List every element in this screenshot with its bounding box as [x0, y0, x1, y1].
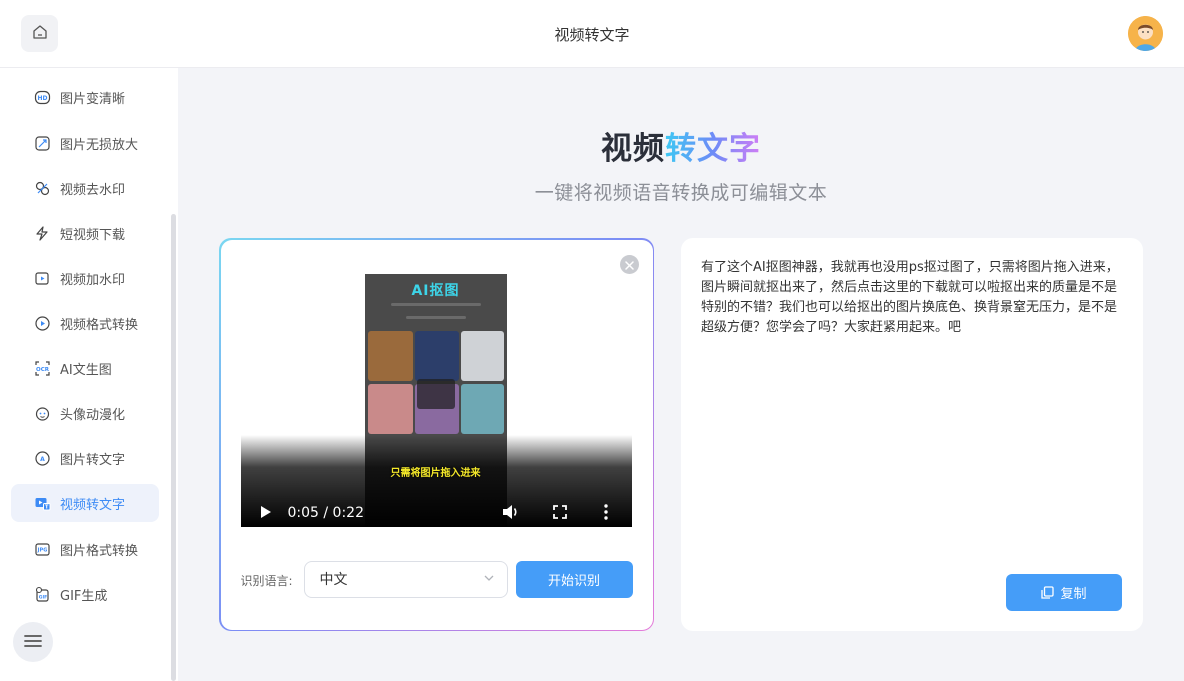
page-header-title: 视频转文字: [554, 26, 630, 44]
language-label: 识别语言:: [240, 573, 293, 588]
video-time: 0:05 / 0:22: [287, 504, 365, 521]
sidebar: HD 图片变清晰 图片无损放大 视频去水印 短视频下载 视频加水印 视频格式转换…: [0, 68, 178, 681]
result-card: 有了这个AI抠图神器，我就再也没用ps抠过图了，只需将图片拖入进来，图片瞬间就抠…: [681, 238, 1143, 631]
sidebar-item-video-to-text[interactable]: T 视频转文字: [11, 484, 159, 522]
frame-photo: [460, 383, 504, 434]
hd-icon: HD: [34, 89, 51, 106]
svg-text:HD: HD: [37, 95, 47, 102]
sidebar-item-label: 图片无损放大: [60, 137, 139, 153]
svg-text:JPG: JPG: [37, 547, 48, 553]
sidebar-item-image-upscale[interactable]: 图片无损放大: [11, 124, 159, 162]
user-avatar[interactable]: [1128, 16, 1163, 51]
frame-photo: [367, 330, 413, 381]
frame-photo: [414, 330, 459, 381]
chevron-down-icon: [483, 572, 495, 588]
sidebar-item-label: AI文生图: [60, 362, 112, 378]
more-vertical-icon: [603, 503, 608, 524]
video-frame-title: AI抠图: [411, 282, 460, 299]
sidebar-item-label: 视频加水印: [60, 272, 126, 288]
video-subtitle: 只需将图片拖入进来: [390, 467, 481, 479]
frame-loading-indicator: [416, 378, 455, 409]
sidebar-item-label: 图片转文字: [60, 452, 126, 468]
volume-button[interactable]: [501, 504, 521, 524]
svg-text:GIF: GIF: [39, 594, 47, 600]
menu-icon: [24, 633, 42, 652]
sidebar-item-label: 图片格式转换: [60, 543, 139, 559]
close-icon: [624, 255, 634, 274]
sidebar-item-label: 视频格式转换: [60, 317, 139, 333]
sidebar-item-video-watermark-add[interactable]: 视频加水印: [11, 259, 159, 297]
image-format-icon: JPG: [34, 541, 51, 558]
watermark-add-icon: [34, 270, 51, 287]
top-header: 视频转文字: [0, 0, 1184, 68]
fullscreen-button[interactable]: [551, 505, 569, 523]
page-title-part2: 转文字: [665, 131, 761, 167]
video-to-text-icon: T: [34, 495, 51, 512]
ai-image-icon: OCR: [34, 360, 51, 377]
enlarge-icon: [34, 135, 51, 152]
video-upload-card: AI抠图 只需将图片拖入进来 0:05 / 0:22 识别语言: 中文 开始识别: [219, 238, 654, 631]
copy-button[interactable]: 复制: [1006, 574, 1122, 611]
fullscreen-icon: [552, 504, 567, 523]
frame-photo: [367, 383, 413, 434]
frame-text-line: [405, 315, 466, 319]
svg-text:OCR: OCR: [36, 367, 50, 373]
start-recognition-button[interactable]: 开始识别: [515, 560, 633, 598]
sidebar-item-label: 视频转文字: [60, 497, 126, 513]
sidebar-item-gif-maker[interactable]: GIF GIF生成: [11, 575, 159, 613]
play-icon: [260, 504, 272, 523]
download-link-icon: [34, 225, 51, 242]
sidebar-item-image-format[interactable]: JPG 图片格式转换: [11, 530, 159, 568]
sidebar-item-label: 短视频下载: [60, 227, 126, 243]
sidebar-item-image-enhance[interactable]: HD 图片变清晰: [11, 78, 159, 116]
video-format-icon: [34, 315, 51, 332]
watermark-remove-icon: [34, 180, 51, 197]
svg-text:A: A: [40, 456, 45, 463]
page-subtitle: 一键将视频语音转换成可编辑文本: [534, 182, 828, 204]
page-title-part1: 视频: [601, 131, 665, 167]
avatar-anime-icon: [34, 405, 51, 422]
language-select-value: 中文: [319, 572, 348, 588]
sidebar-scrollbar[interactable]: [171, 214, 176, 681]
recognized-text[interactable]: 有了这个AI抠图神器，我就再也没用ps抠过图了，只需将图片拖入进来，图片瞬间就抠…: [701, 258, 1121, 338]
sidebar-item-label: 头像动漫化: [60, 407, 126, 423]
image-to-text-icon: A: [34, 450, 51, 467]
video-player[interactable]: AI抠图 只需将图片拖入进来 0:05 / 0:22: [240, 273, 632, 527]
sidebar-item-video-format[interactable]: 视频格式转换: [11, 304, 159, 342]
sidebar-item-label: 图片变清晰: [60, 91, 126, 107]
svg-text:T: T: [45, 504, 49, 510]
sidebar-item-image-to-text[interactable]: A 图片转文字: [11, 439, 159, 477]
page-title: 视频转文字: [178, 123, 1184, 168]
copy-button-label: 复制: [1060, 587, 1087, 602]
more-options-button[interactable]: [599, 503, 613, 524]
sidebar-item-label: 视频去水印: [60, 182, 126, 198]
volume-icon: [502, 504, 520, 524]
play-button[interactable]: [257, 506, 275, 522]
frame-text-line: [390, 302, 481, 306]
remove-video-button[interactable]: [619, 254, 639, 274]
sidebar-item-video-watermark-remove[interactable]: 视频去水印: [11, 169, 159, 207]
sidebar-item-avatar-anime[interactable]: 头像动漫化: [11, 394, 159, 432]
sidebar-item-ai-text-to-image[interactable]: OCR AI文生图: [11, 349, 159, 387]
sidebar-item-short-video-download[interactable]: 短视频下载: [11, 214, 159, 252]
language-select[interactable]: 中文: [303, 560, 508, 598]
menu-toggle-button[interactable]: [13, 622, 53, 662]
gif-icon: GIF: [34, 586, 51, 603]
sidebar-item-label: GIF生成: [60, 588, 108, 604]
copy-icon: [1041, 586, 1055, 599]
frame-photo: [460, 330, 504, 381]
